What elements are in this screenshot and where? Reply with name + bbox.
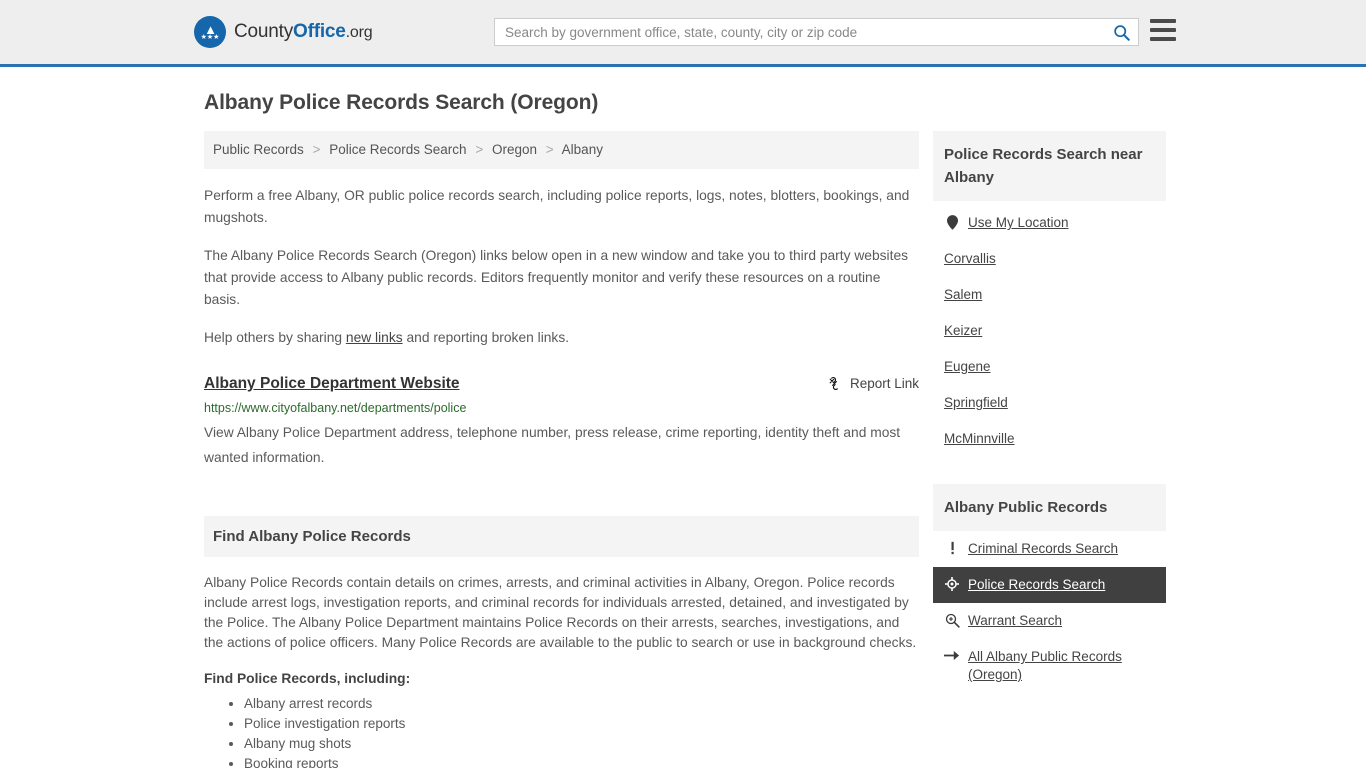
warrant-search-link[interactable]: Warrant Search: [968, 612, 1062, 630]
city-link[interactable]: Eugene: [944, 358, 991, 376]
sidebar-item-springfield[interactable]: Springfield: [933, 385, 1166, 421]
brand-part-county: County: [234, 21, 294, 42]
breadcrumb-separator: >: [475, 142, 484, 157]
sidebar-item-warrant-search[interactable]: Warrant Search: [933, 603, 1166, 639]
magnifier-plus-icon: [944, 612, 960, 628]
site-logo[interactable]: ▲ ★★★ CountyOffice.org: [194, 16, 373, 48]
exclamation-icon: [944, 540, 960, 556]
report-link-button[interactable]: Report Link: [827, 376, 919, 391]
crosshair-target-icon: [944, 576, 960, 591]
breadcrumb-item-public-records[interactable]: Public Records: [213, 142, 304, 157]
page-title: Albany Police Records Search (Oregon): [204, 91, 599, 114]
share-text-after: and reporting broken links.: [402, 330, 570, 345]
hamburger-bar: [1150, 28, 1176, 32]
sidebar-item-use-my-location[interactable]: Use My Location: [933, 205, 1166, 241]
sidebar-item-criminal-records-search[interactable]: Criminal Records Search: [933, 531, 1166, 567]
public-records-list: Criminal Records Search Police Records S…: [933, 531, 1166, 693]
result-title-link[interactable]: Albany Police Department Website: [204, 375, 460, 393]
public-records-panel: Albany Public Records Criminal Records S…: [933, 484, 1166, 693]
report-link-label: Report Link: [849, 376, 919, 391]
police-records-search-link[interactable]: Police Records Search: [968, 576, 1105, 594]
brand-wordmark: CountyOffice.org: [234, 21, 373, 43]
sidebar-heading-nearby: Police Records Search near Albany: [933, 131, 1166, 201]
list-item: Booking reports: [244, 754, 919, 768]
sidebar-item-mcminnville[interactable]: McMinnville: [933, 421, 1166, 457]
nearby-cities-list: Use My Location Corvallis Salem Keizer E…: [933, 205, 1166, 457]
page-container: Albany Police Records Search (Oregon) Pu…: [0, 91, 1366, 768]
hamburger-bar: [1150, 19, 1176, 23]
map-pin-icon: [944, 214, 960, 230]
city-link[interactable]: Corvallis: [944, 250, 996, 268]
search-input[interactable]: [495, 19, 1104, 45]
sidebar-item-eugene[interactable]: Eugene: [933, 349, 1166, 385]
sidebar-item-all-public-records[interactable]: All Albany Public Records (Oregon): [933, 639, 1166, 693]
sidebar-heading-public-records: Albany Public Records: [933, 484, 1166, 531]
breadcrumb-item-police-records-search[interactable]: Police Records Search: [329, 142, 466, 157]
hamburger-bar: [1150, 37, 1176, 41]
sidebar-item-corvallis[interactable]: Corvallis: [933, 241, 1166, 277]
broken-link-icon: [829, 377, 838, 390]
criminal-records-search-link[interactable]: Criminal Records Search: [968, 540, 1118, 558]
city-link[interactable]: McMinnville: [944, 430, 1015, 448]
brand-part-org: .org: [345, 24, 373, 41]
list-item: Albany mug shots: [244, 734, 919, 754]
result-description: View Albany Police Department address, t…: [204, 425, 901, 465]
city-link[interactable]: Keizer: [944, 322, 982, 340]
all-public-records-link[interactable]: All Albany Public Records (Oregon): [968, 648, 1155, 684]
list-item: Albany arrest records: [244, 694, 919, 714]
arrow-right-icon: [944, 648, 960, 662]
list-item: Police investigation reports: [244, 714, 919, 734]
site-header: ▲ ★★★ CountyOffice.org: [0, 0, 1366, 67]
new-links-link[interactable]: new links: [346, 330, 403, 345]
city-link[interactable]: Salem: [944, 286, 982, 304]
section-heading-find-records: Find Albany Police Records: [204, 516, 919, 557]
share-text-before: Help others by sharing: [204, 330, 346, 345]
city-link[interactable]: Springfield: [944, 394, 1008, 412]
content-columns: Public Records > Police Records Search >…: [204, 131, 1172, 768]
breadcrumb-separator: >: [312, 142, 321, 157]
main-column: Public Records > Police Records Search >…: [204, 131, 919, 768]
breadcrumb: Public Records > Police Records Search >…: [204, 131, 919, 169]
intro-paragraph-1: Perform a free Albany, OR public police …: [204, 188, 910, 225]
sidebar-item-keizer[interactable]: Keizer: [933, 313, 1166, 349]
eagle-seal-icon: ▲ ★★★: [194, 16, 226, 48]
intro-paragraph-3: Help others by sharing new links and rep…: [204, 327, 919, 349]
result-url: https://www.cityofalbany.net/departments…: [204, 401, 467, 415]
result-header-row: Albany Police Department Website Report …: [204, 375, 919, 393]
search-icon: [1113, 24, 1130, 41]
sidebar-item-police-records-search[interactable]: Police Records Search: [933, 567, 1166, 603]
records-type-list: Albany arrest records Police investigati…: [204, 694, 919, 768]
list-heading: Find Police Records, including:: [204, 671, 411, 686]
search-button[interactable]: [1104, 19, 1138, 45]
sidebar-item-salem[interactable]: Salem: [933, 277, 1166, 313]
intro-paragraph-2: The Albany Police Records Search (Oregon…: [204, 248, 909, 307]
sidebar: Police Records Search near Albany Use My…: [933, 131, 1166, 693]
search-bar: [494, 18, 1139, 46]
hamburger-menu-icon[interactable]: [1150, 19, 1176, 41]
section-body-paragraph: Albany Police Records contain details on…: [204, 575, 917, 650]
result-entry: Albany Police Department Website Report …: [204, 375, 919, 470]
brand-part-office: Office: [293, 21, 346, 42]
breadcrumb-item-albany: Albany: [561, 142, 603, 157]
breadcrumb-separator: >: [545, 142, 554, 157]
breadcrumb-item-oregon[interactable]: Oregon: [492, 142, 537, 157]
use-my-location-link[interactable]: Use My Location: [968, 214, 1069, 232]
